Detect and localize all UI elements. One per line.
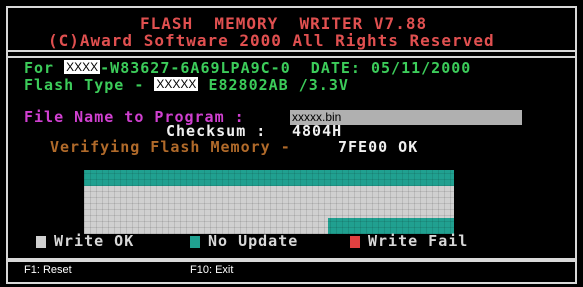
for-prefix: For [24, 59, 55, 77]
verify-label: Verifying Flash Memory - [50, 138, 291, 156]
legend-write-ok-label: Write OK [54, 232, 135, 250]
f10-exit-key[interactable]: F10: Exit [190, 264, 233, 276]
verify-status: 7FE00 OK [338, 138, 419, 156]
f1-reset-key[interactable]: F1: Reset [24, 264, 72, 276]
checksum-value: 4804H [292, 122, 343, 140]
legend-no-update-label: No Update [208, 232, 299, 250]
no-update-swatch [190, 235, 200, 248]
date-value: 05/11/2000 [370, 59, 472, 77]
flash-type-line: Flash Type - XXXXX E82802AB /3.3V [24, 76, 349, 94]
flash-block-map [84, 170, 454, 234]
flash-type-label: Flash Type - [24, 76, 145, 94]
write-ok-swatch [36, 235, 46, 248]
flash-type-suffix: E82802AB /3.3V [208, 76, 349, 94]
for-value: XXXX [64, 60, 101, 74]
legend-no-update: No Update [190, 232, 298, 250]
copyright-line: (C)Award Software 2000 All Rights Reserv… [48, 31, 495, 50]
write-fail-swatch [350, 235, 360, 248]
date-label: DATE: [310, 59, 361, 77]
flash-type-value: XXXXX [154, 77, 199, 91]
flash-writer-screen: FLASH MEMORY WRITER V7.88 (C)Award Softw… [0, 0, 583, 287]
legend-write-fail: Write Fail [350, 232, 468, 250]
footer-panel [6, 258, 577, 284]
legend-write-ok: Write OK [36, 232, 134, 250]
legend-write-fail-label: Write Fail [368, 232, 469, 250]
block-grid-cells [84, 170, 454, 234]
bios-for-line: For XXXX -W83627-6A69LPA9C-0 DATE: 05/11/… [24, 59, 471, 77]
for-suffix: -W83627-6A69LPA9C-0 [100, 59, 291, 77]
